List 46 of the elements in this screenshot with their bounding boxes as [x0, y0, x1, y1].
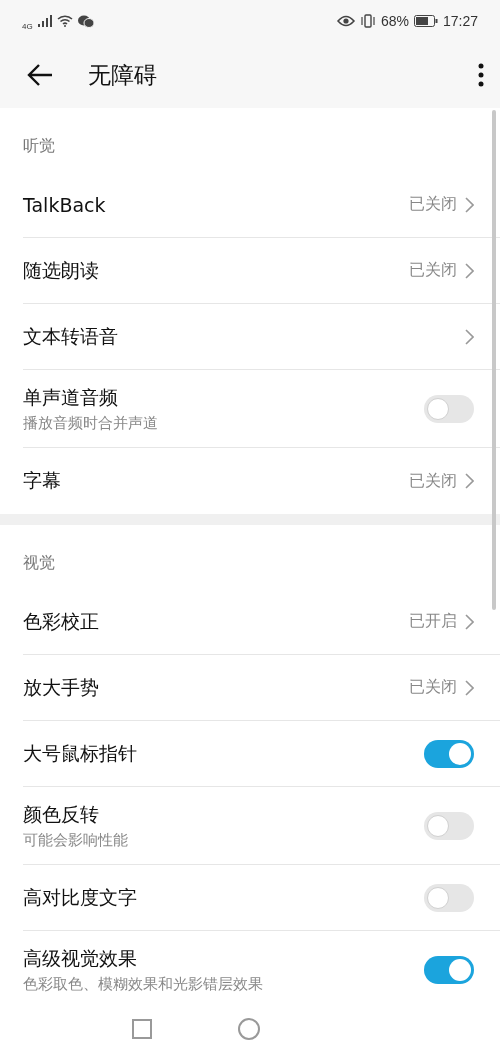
setting-label: 高对比度文字 — [23, 884, 138, 910]
toggle-switch[interactable] — [424, 956, 474, 984]
status-value: 已关闭 — [409, 677, 457, 698]
toggle-switch[interactable] — [424, 883, 474, 912]
setting-label: 放大手势 — [23, 674, 100, 700]
scrollbar[interactable] — [492, 110, 496, 610]
status-value: 已关闭 — [409, 470, 457, 492]
setting-label: 字幕 — [23, 468, 62, 493]
status-value: 已关闭 — [409, 194, 457, 215]
setting-label: 色彩校正 — [23, 608, 100, 634]
setting-label: 高级视觉效果 — [23, 946, 138, 971]
chat-icon — [77, 14, 94, 28]
setting-label: 颜色反转 — [23, 801, 100, 827]
chevron-icon[interactable] — [465, 473, 474, 489]
recents-button[interactable] — [132, 1018, 152, 1039]
eye-icon — [336, 15, 355, 27]
signal-icon — [37, 15, 52, 27]
status-value: 已关闭 — [409, 260, 457, 281]
section-heading: 听觉 — [22, 134, 56, 157]
section-heading: 视觉 — [22, 551, 56, 574]
vibrate-icon — [359, 14, 376, 28]
chevron-icon[interactable] — [465, 679, 474, 696]
battery-icon — [413, 15, 438, 27]
network-label: 4G — [22, 21, 33, 31]
setting-label: 单声道音频 — [23, 384, 119, 410]
home-button[interactable] — [238, 1017, 260, 1040]
chevron-icon[interactable] — [465, 328, 474, 345]
wifi-icon — [56, 15, 73, 27]
setting-label: 文本转语音 — [23, 323, 119, 349]
toggle-switch[interactable] — [424, 394, 474, 423]
chevron-icon[interactable] — [465, 196, 474, 213]
page-title: 无障碍 — [88, 60, 157, 90]
clock-time: 17:27 — [442, 13, 478, 29]
chevron-icon[interactable] — [465, 262, 474, 279]
setting-label: TalkBack — [23, 193, 107, 216]
setting-label: 大号鼠标指针 — [23, 740, 138, 766]
battery-percent: 68% — [380, 13, 409, 29]
more-icon[interactable] — [478, 63, 484, 87]
toggle-switch[interactable] — [424, 739, 474, 768]
status-value: 已开启 — [409, 611, 457, 632]
setting-description: 可能会影响性能 — [23, 830, 129, 850]
chevron-icon[interactable] — [465, 613, 474, 630]
toggle-switch[interactable] — [424, 811, 474, 840]
setting-label: 随选朗读 — [23, 257, 100, 283]
setting-description: 播放音频时合并声道 — [23, 413, 159, 433]
setting-description: 色彩取色、模糊效果和光影错层效果 — [23, 975, 264, 994]
